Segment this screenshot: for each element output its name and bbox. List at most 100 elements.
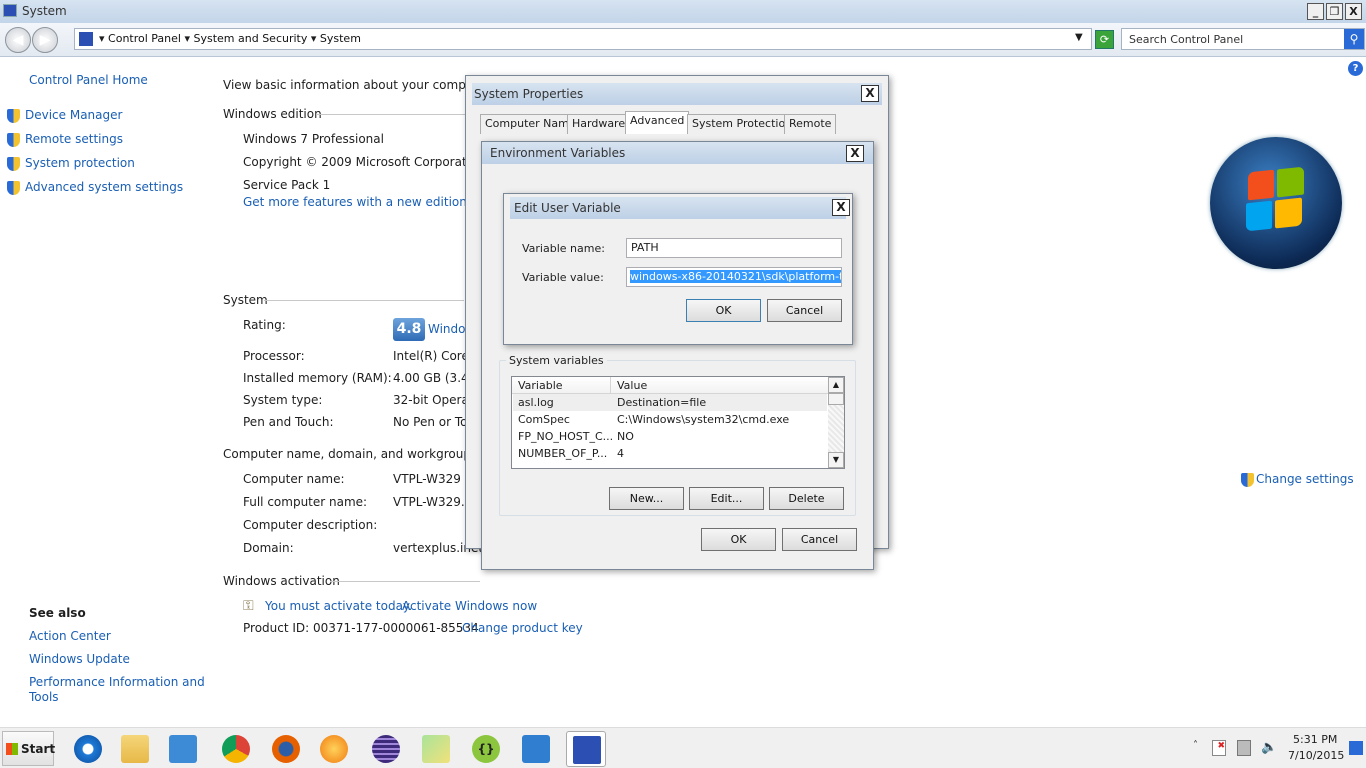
table-row[interactable]: NUMBER_OF_P... 4 bbox=[513, 445, 827, 462]
close-button[interactable]: X bbox=[1345, 3, 1362, 20]
change-product-key-link[interactable]: Change product key bbox=[462, 621, 583, 635]
advanced-system-settings-link[interactable]: Advanced system settings bbox=[7, 180, 183, 195]
ok-button[interactable]: OK bbox=[701, 528, 776, 551]
variable-name-label: Variable name: bbox=[522, 242, 605, 255]
copyright: Copyright © 2009 Microsoft Corporation. bbox=[243, 155, 489, 169]
page-heading: View basic information about your comput… bbox=[223, 78, 491, 92]
delete-button[interactable]: Delete bbox=[769, 487, 844, 510]
column-header-value[interactable]: Value bbox=[617, 379, 647, 392]
system-variables-list[interactable]: Variable Value asl.log Destination=file C… bbox=[511, 376, 845, 469]
restore-button[interactable]: ❐ bbox=[1326, 3, 1343, 20]
key-icon: ⚿ bbox=[243, 598, 254, 614]
activate-windows-link[interactable]: Activate Windows now bbox=[402, 599, 537, 613]
table-row[interactable]: FP_NO_HOST_C... NO bbox=[513, 428, 827, 445]
windows-explorer-icon[interactable] bbox=[115, 731, 155, 767]
breadcrumb-system-security[interactable]: System and Security bbox=[193, 32, 307, 45]
close-button[interactable]: X bbox=[846, 145, 864, 162]
action-center-tray-icon[interactable]: ✖ bbox=[1212, 740, 1226, 756]
rating-badge[interactable]: 4.8 bbox=[393, 318, 425, 341]
firefox-icon[interactable] bbox=[266, 731, 306, 767]
list-header: Variable Value bbox=[512, 377, 828, 394]
cancel-button[interactable]: Cancel bbox=[782, 528, 857, 551]
flame-app-icon[interactable] bbox=[314, 731, 354, 767]
column-header-variable[interactable]: Variable bbox=[518, 379, 563, 392]
pen-touch-value: No Pen or To bbox=[393, 415, 468, 429]
scroll-thumb[interactable] bbox=[828, 393, 844, 405]
start-button[interactable]: Start bbox=[2, 731, 56, 766]
dialog-title: System Properties bbox=[474, 87, 584, 101]
table-row[interactable]: ComSpec C:\Windows\system32\cmd.exe bbox=[513, 411, 827, 428]
breadcrumb-system[interactable]: System bbox=[320, 32, 361, 45]
system-protection-link[interactable]: System protection bbox=[7, 156, 135, 171]
close-button[interactable]: X bbox=[832, 199, 850, 216]
device-manager-link[interactable]: Device Manager bbox=[7, 108, 122, 123]
windows-edition-heading: Windows edition bbox=[223, 107, 322, 121]
service-pack: Service Pack 1 bbox=[243, 178, 331, 192]
system-heading: System bbox=[223, 293, 268, 307]
scroll-down-icon[interactable]: ▼ bbox=[828, 452, 844, 468]
folders-icon[interactable] bbox=[416, 731, 456, 767]
variable-name-input[interactable]: PATH bbox=[626, 238, 842, 258]
refresh-button[interactable]: ⟳ bbox=[1095, 30, 1114, 49]
back-button[interactable]: ◀ bbox=[5, 27, 31, 53]
more-features-link[interactable]: Get more features with a new edition of … bbox=[243, 195, 498, 209]
edit-var-title-bar: Edit User Variable bbox=[510, 197, 846, 219]
change-settings-link[interactable]: Change settings bbox=[1241, 472, 1354, 487]
eclipse-icon[interactable] bbox=[366, 731, 406, 767]
internet-explorer-icon[interactable] bbox=[68, 731, 108, 767]
brackets-icon[interactable]: {} bbox=[466, 731, 506, 767]
ok-button[interactable]: OK bbox=[686, 299, 761, 322]
windows-flag-icon bbox=[6, 743, 18, 755]
show-hidden-icons[interactable]: ˄ bbox=[1193, 740, 1198, 751]
remote-settings-link[interactable]: Remote settings bbox=[7, 132, 123, 147]
selected-text: windows-x86-20140321\sdk\platform-tools bbox=[630, 270, 841, 283]
scroll-up-icon[interactable]: ▲ bbox=[828, 377, 844, 393]
tab-advanced[interactable]: Advanced bbox=[625, 111, 690, 134]
address-input[interactable]: ▾ Control Panel ▾ System and Security ▾ … bbox=[74, 28, 1092, 50]
processor-label: Processor: bbox=[243, 349, 305, 363]
control-panel-home-link[interactable]: Control Panel Home bbox=[29, 73, 148, 87]
edit-button[interactable]: Edit... bbox=[689, 487, 764, 510]
tab-system-protection[interactable]: System Protection bbox=[687, 114, 798, 134]
system-window-icon[interactable] bbox=[566, 731, 606, 767]
address-dropdown-icon[interactable]: ▼ bbox=[1075, 32, 1083, 43]
breadcrumb-control-panel[interactable]: Control Panel bbox=[108, 32, 181, 45]
media-player-icon[interactable] bbox=[163, 731, 203, 767]
tab-hardware[interactable]: Hardware bbox=[567, 114, 631, 134]
system-variables-group: System variables Variable Value asl.log D… bbox=[499, 354, 856, 516]
table-row[interactable]: asl.log Destination=file bbox=[513, 394, 827, 411]
action-center-link[interactable]: Action Center bbox=[29, 629, 111, 643]
search-icon[interactable]: ⚲ bbox=[1344, 29, 1364, 49]
scrollbar[interactable]: ▲ ▼ bbox=[828, 377, 844, 468]
start-label: Start bbox=[21, 742, 56, 756]
help-icon[interactable]: ? bbox=[1348, 61, 1363, 76]
close-button[interactable]: X bbox=[861, 85, 879, 102]
chrome-icon[interactable] bbox=[216, 731, 256, 767]
variable-value-label: Variable value: bbox=[522, 271, 604, 284]
activation-message: You must activate today. bbox=[265, 599, 413, 613]
variable-value-input[interactable]: windows-x86-20140321\sdk\platform-tools bbox=[626, 267, 842, 287]
clock-time[interactable]: 5:31 PM bbox=[1293, 733, 1337, 746]
volume-muted-icon[interactable]: 🔈 bbox=[1261, 740, 1277, 755]
system-type-value: 32-bit Operat bbox=[393, 393, 474, 407]
new-button[interactable]: New... bbox=[609, 487, 684, 510]
search-placeholder: Search Control Panel bbox=[1129, 33, 1244, 46]
performance-info-link-cont[interactable]: Tools bbox=[29, 690, 59, 704]
search-input[interactable]: Search Control Panel ⚲ bbox=[1121, 28, 1365, 50]
control-panel-icon[interactable] bbox=[516, 731, 556, 767]
computer-name-value: VTPL-W329 bbox=[393, 472, 461, 486]
clock-date[interactable]: 7/10/2015 bbox=[1288, 749, 1344, 762]
network-tray-icon[interactable] bbox=[1237, 740, 1251, 756]
tab-computer-name[interactable]: Computer Name bbox=[480, 114, 581, 134]
cancel-button[interactable]: Cancel bbox=[767, 299, 842, 322]
windows-update-link[interactable]: Windows Update bbox=[29, 652, 130, 666]
show-desktop-button[interactable] bbox=[1349, 741, 1363, 755]
performance-info-link[interactable]: Performance Information and bbox=[29, 675, 205, 689]
forward-button[interactable]: ▶ bbox=[32, 27, 58, 53]
minimize-button[interactable]: _ bbox=[1307, 3, 1324, 20]
windows-logo bbox=[1210, 137, 1342, 269]
tab-remote[interactable]: Remote bbox=[784, 114, 837, 134]
rating-label: Rating: bbox=[243, 318, 286, 332]
rating-link[interactable]: Windo bbox=[428, 322, 466, 336]
shield-icon bbox=[7, 132, 20, 147]
